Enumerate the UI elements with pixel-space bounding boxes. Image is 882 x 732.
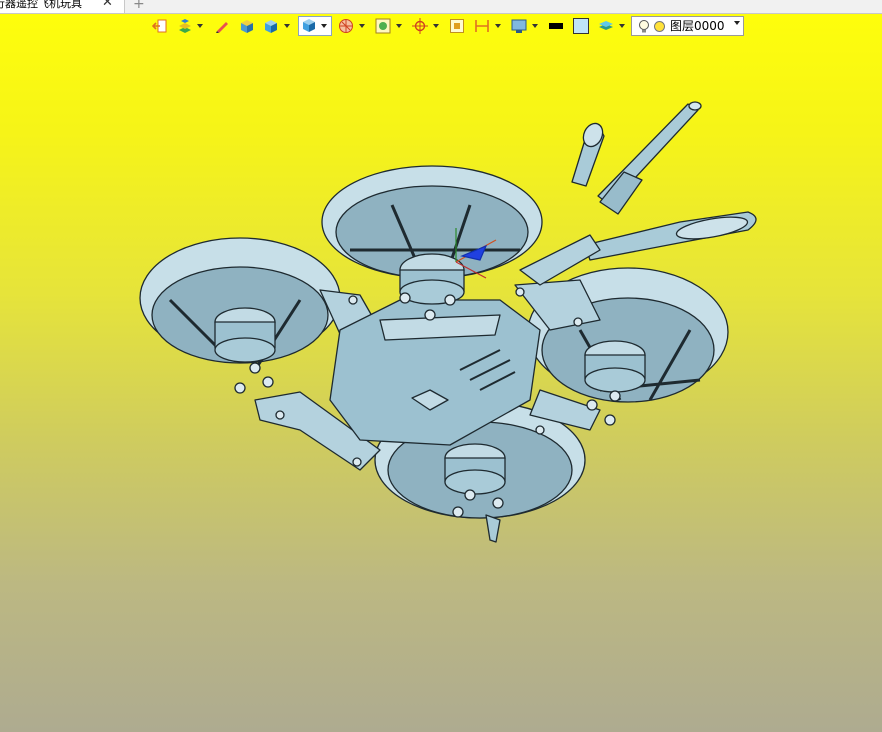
layer-selector[interactable]: 图层0000 bbox=[631, 16, 744, 36]
motor-front bbox=[444, 443, 506, 495]
layer-name: 图层0000 bbox=[670, 19, 725, 33]
view-toolbar: 图层0000 bbox=[150, 16, 750, 38]
view-cube-icon[interactable] bbox=[263, 18, 279, 34]
antenna-left bbox=[571, 122, 605, 187]
display-filter-icon[interactable] bbox=[375, 18, 391, 34]
fit-view-icon[interactable] bbox=[449, 18, 465, 34]
section-dropdown-arrow[interactable] bbox=[359, 24, 365, 28]
monitor-icon[interactable] bbox=[511, 18, 527, 34]
close-icon[interactable]: ✕ bbox=[102, 0, 113, 9]
layer-stack-icon[interactable] bbox=[598, 18, 614, 34]
document-tab-bar: 行器遥控飞机玩具 ✕ + bbox=[0, 0, 882, 14]
3d-viewport[interactable] bbox=[0, 0, 882, 732]
face-color-icon[interactable] bbox=[573, 18, 589, 34]
render-style-icon[interactable] bbox=[298, 16, 332, 36]
layer-stack-dropdown-arrow[interactable] bbox=[619, 24, 625, 28]
monitor-dropdown-arrow[interactable] bbox=[532, 24, 538, 28]
antenna-right bbox=[584, 211, 757, 261]
motor-left bbox=[214, 307, 276, 363]
shading-mode-dropdown-arrow[interactable] bbox=[197, 24, 203, 28]
dimension-icon[interactable] bbox=[474, 18, 490, 34]
solid-box-icon[interactable] bbox=[239, 18, 255, 34]
drone-model[interactable] bbox=[0, 0, 882, 732]
lightbulb-icon[interactable] bbox=[638, 19, 650, 35]
shading-mode-icon[interactable] bbox=[177, 18, 193, 34]
new-tab-button[interactable]: + bbox=[133, 0, 145, 12]
snap-target-dropdown-arrow[interactable] bbox=[433, 24, 439, 28]
pencil-icon[interactable] bbox=[214, 18, 230, 34]
front-skid bbox=[485, 514, 501, 543]
layer-color-swatch bbox=[654, 21, 665, 32]
exit-icon[interactable] bbox=[152, 18, 168, 34]
tab-drone-document[interactable]: 行器遥控飞机玩具 ✕ bbox=[0, 0, 125, 13]
line-color-icon[interactable] bbox=[548, 18, 564, 34]
dimension-dropdown-arrow[interactable] bbox=[495, 24, 501, 28]
antenna-rear bbox=[597, 101, 702, 215]
chevron-down-icon[interactable] bbox=[734, 21, 740, 25]
snap-target-icon[interactable] bbox=[412, 18, 428, 34]
display-filter-dropdown-arrow[interactable] bbox=[396, 24, 402, 28]
section-icon[interactable] bbox=[338, 18, 354, 34]
motor-right bbox=[584, 340, 646, 393]
view-cube-dropdown-arrow[interactable] bbox=[284, 24, 290, 28]
